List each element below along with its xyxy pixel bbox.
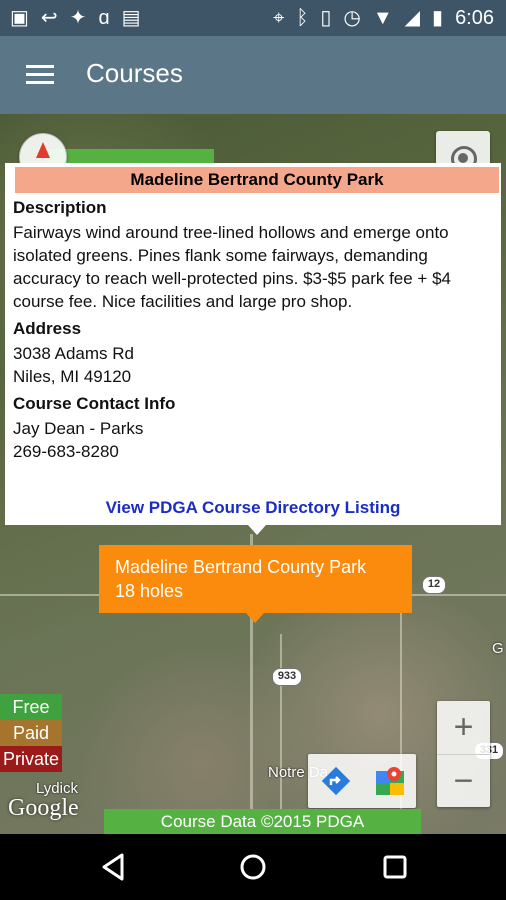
- info-window-pointer: [248, 525, 266, 535]
- twitter-icon: ✦: [69, 7, 87, 29]
- course-marker-bubble[interactable]: Madeline Bertrand County Park 18 holes: [99, 545, 412, 613]
- battery-icon: ▮: [432, 7, 444, 29]
- home-icon[interactable]: [238, 852, 268, 882]
- menu-icon[interactable]: [26, 65, 54, 85]
- course-info-window: Madeline Bertrand County Park Descriptio…: [5, 163, 501, 525]
- image-icon: ▣: [10, 7, 29, 29]
- legend-free: Free: [0, 694, 62, 720]
- page-title: Courses: [86, 58, 183, 88]
- bluetooth-icon: ᛒ: [296, 7, 309, 29]
- missed-call-icon: ↩: [40, 7, 58, 29]
- marker-pointer: [246, 613, 264, 623]
- briefcase-icon: ▤: [121, 7, 141, 29]
- zoom-in-button[interactable]: +: [437, 701, 490, 754]
- amazon-icon: ɑ: [98, 7, 110, 29]
- vibrate-icon: ▯: [320, 7, 332, 29]
- navigation-bar: [0, 834, 506, 900]
- marker-holes: 18 holes: [115, 581, 184, 601]
- address-heading: Address: [13, 319, 82, 338]
- system-icons: ⌖ ᛒ ▯ ◷ ▼ ◢ ▮ 6:06: [273, 6, 494, 30]
- wifi-icon: ▼: [372, 7, 393, 29]
- app-bar: Courses: [0, 36, 506, 114]
- description-heading: Description: [13, 198, 107, 217]
- notification-icons: ▣ ↩ ✦ ɑ ▤: [10, 6, 140, 30]
- contact-name: Jay Dean - Parks: [13, 419, 144, 438]
- google-logo: Google: [8, 795, 79, 821]
- legend-paid: Paid: [0, 720, 62, 746]
- course-info-title: Madeline Bertrand County Park: [15, 167, 499, 193]
- recent-apps-icon[interactable]: [380, 852, 410, 882]
- map-toolbar: [308, 754, 416, 808]
- alarm-icon: ◷: [343, 7, 361, 29]
- description-text: Fairways wind around tree-lined hollows …: [13, 223, 451, 311]
- map-edge-label: G: [492, 640, 504, 657]
- contact-heading: Course Contact Info: [13, 394, 176, 413]
- legend-private: Private: [0, 746, 62, 772]
- pdga-directory-link[interactable]: View PDGA Course Directory Listing: [5, 498, 501, 518]
- back-icon[interactable]: [98, 852, 128, 882]
- contact-phone: 269-683-8280: [13, 442, 119, 461]
- compass-icon: [36, 142, 50, 158]
- route-shield: 12: [422, 576, 446, 594]
- directions-icon[interactable]: [320, 765, 352, 797]
- address-line-2: Niles, MI 49120: [13, 367, 132, 386]
- address-line-1: 3038 Adams Rd: [13, 344, 134, 363]
- route-shield: 933: [272, 668, 302, 686]
- status-time: 6:06: [455, 7, 494, 29]
- course-info-body: Description Fairways wind around tree-li…: [13, 194, 499, 467]
- location-icon: ⌖: [273, 7, 285, 29]
- zoom-out-button[interactable]: −: [437, 754, 490, 808]
- signal-icon: ◢: [404, 7, 421, 29]
- google-maps-icon[interactable]: [374, 765, 406, 797]
- map-road: [280, 634, 282, 834]
- status-bar: ▣ ↩ ✦ ɑ ▤ ⌖ ᛒ ▯ ◷ ▼ ◢ ▮ 6:06: [0, 0, 506, 36]
- course-data-credit: Course Data ©2015 PDGA: [104, 809, 421, 834]
- marker-course-name: Madeline Bertrand County Park: [115, 557, 367, 577]
- zoom-controls: + −: [437, 701, 490, 807]
